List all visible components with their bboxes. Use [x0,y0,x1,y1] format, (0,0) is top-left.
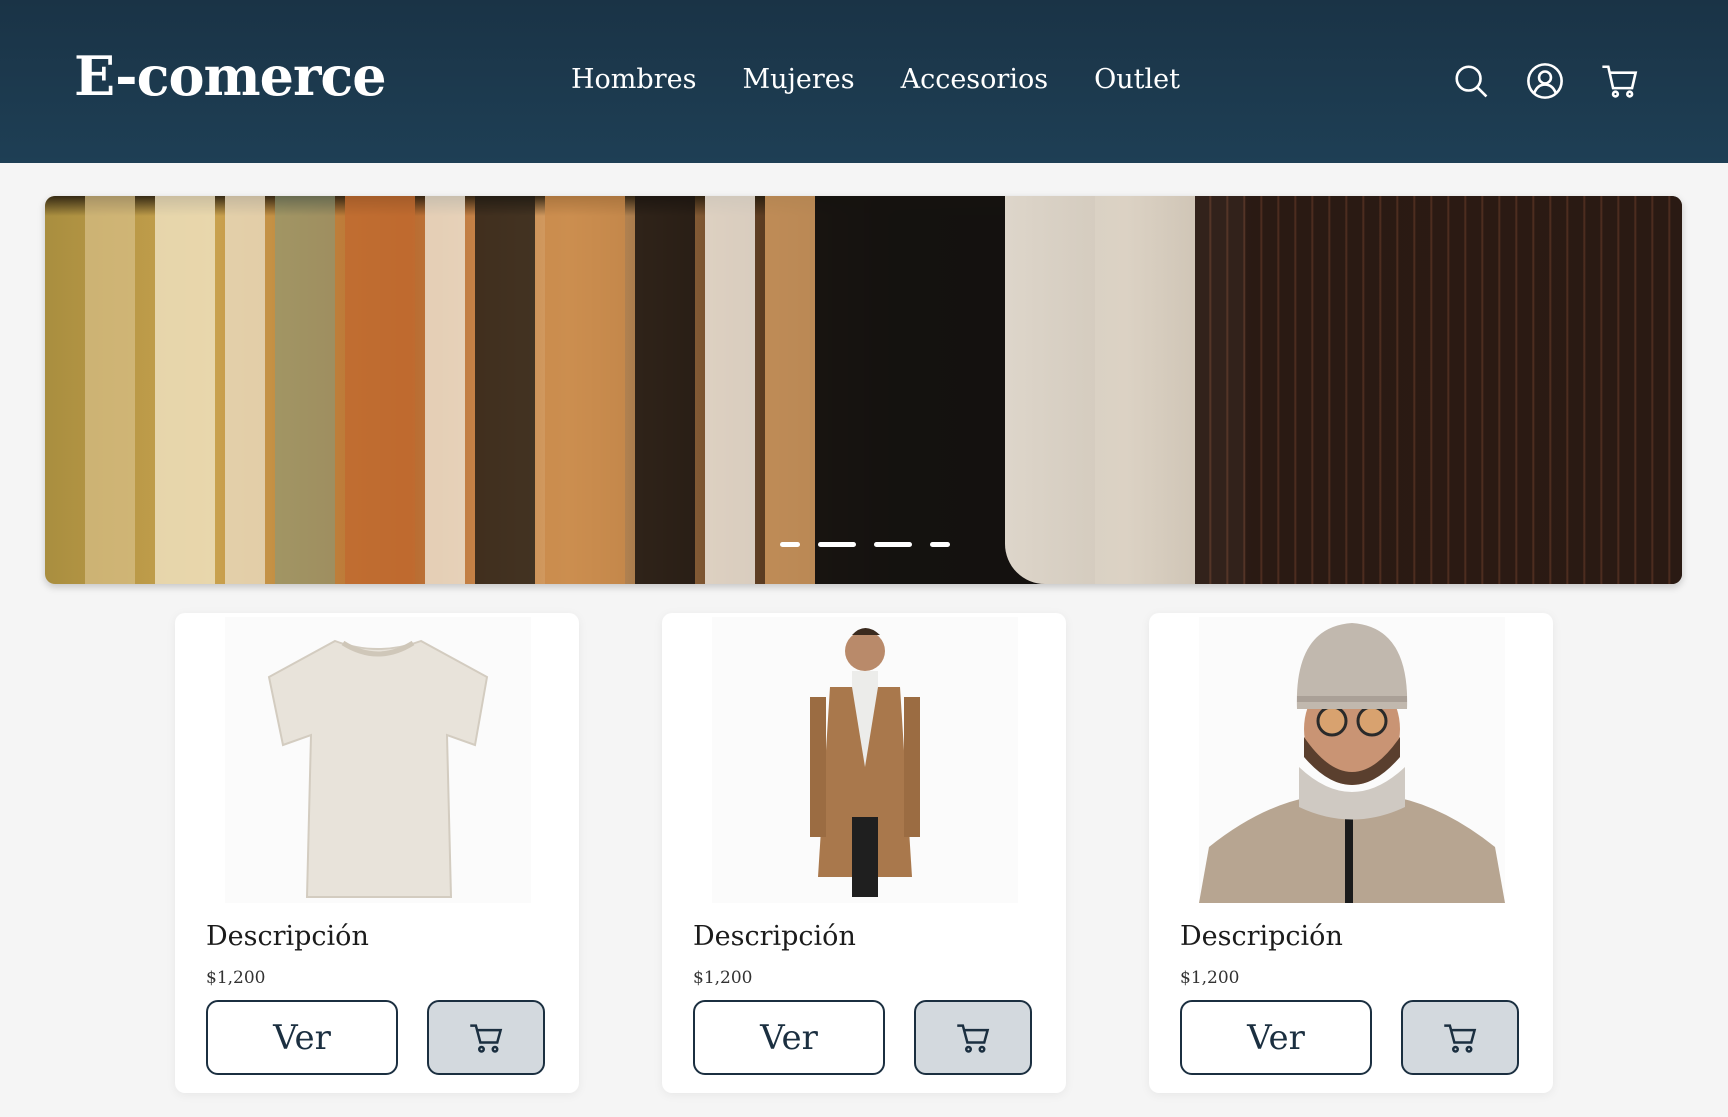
add-to-cart-button[interactable] [427,1000,545,1075]
view-button[interactable]: Ver [1180,1000,1372,1075]
tshirt-illustration [267,639,489,898]
hero-garment [545,196,625,584]
carousel-indicators [780,542,950,547]
nav-item-mujeres[interactable]: Mujeres [742,64,854,95]
header-actions [1450,60,1640,102]
product-card: Descripción $1,200 Ver [662,613,1066,1093]
product-title: Descripción [693,921,856,952]
hero-garment [225,196,265,584]
nav-item-outlet[interactable]: Outlet [1094,64,1180,95]
hero-image [45,196,1682,584]
product-image-tshirt[interactable] [225,617,531,903]
beanie-illustration [1199,623,1505,903]
hero-garment [275,196,335,584]
product-image-beanie[interactable] [1199,617,1505,903]
coat-illustration [810,628,920,897]
hero-garment [85,196,135,584]
product-card: Descripción $1,200 Ver [175,613,579,1093]
search-icon[interactable] [1450,60,1492,102]
hero-garment [635,196,695,584]
carousel-dot[interactable] [818,542,856,547]
product-card: Descripción $1,200 Ver [1149,613,1553,1093]
main-nav: Hombres Mujeres Accesorios Outlet [571,64,1180,95]
carousel-dot[interactable] [780,542,800,547]
top-header: E-comerce Hombres Mujeres Accesorios Out… [0,0,1728,163]
product-price: $1,200 [1180,968,1240,988]
product-price: $1,200 [206,968,266,988]
hero-garment [705,196,755,584]
cart-icon [470,1023,503,1053]
product-title: Descripción [206,921,369,952]
add-to-cart-button[interactable] [1401,1000,1519,1075]
hero-garment [475,196,535,584]
view-button[interactable]: Ver [206,1000,398,1075]
add-to-cart-button[interactable] [914,1000,1032,1075]
hero-garment [425,196,465,584]
view-button[interactable]: Ver [693,1000,885,1075]
product-title: Descripción [1180,921,1343,952]
carousel-dot[interactable] [930,542,950,547]
cart-icon [957,1023,990,1053]
hero-banner [45,196,1682,584]
user-icon[interactable] [1524,60,1566,102]
hero-garment [155,196,215,584]
nav-item-accesorios[interactable]: Accesorios [901,64,1049,95]
cart-icon[interactable] [1598,60,1640,102]
product-image-coat[interactable] [712,617,1018,903]
hero-garment [1195,196,1682,584]
hero-garment [345,196,415,584]
site-logo[interactable]: E-comerce [74,44,387,108]
carousel-dot[interactable] [874,542,912,547]
hero-garment [765,196,815,584]
nav-item-hombres[interactable]: Hombres [571,64,696,95]
cart-icon [1444,1023,1477,1053]
product-price: $1,200 [693,968,753,988]
